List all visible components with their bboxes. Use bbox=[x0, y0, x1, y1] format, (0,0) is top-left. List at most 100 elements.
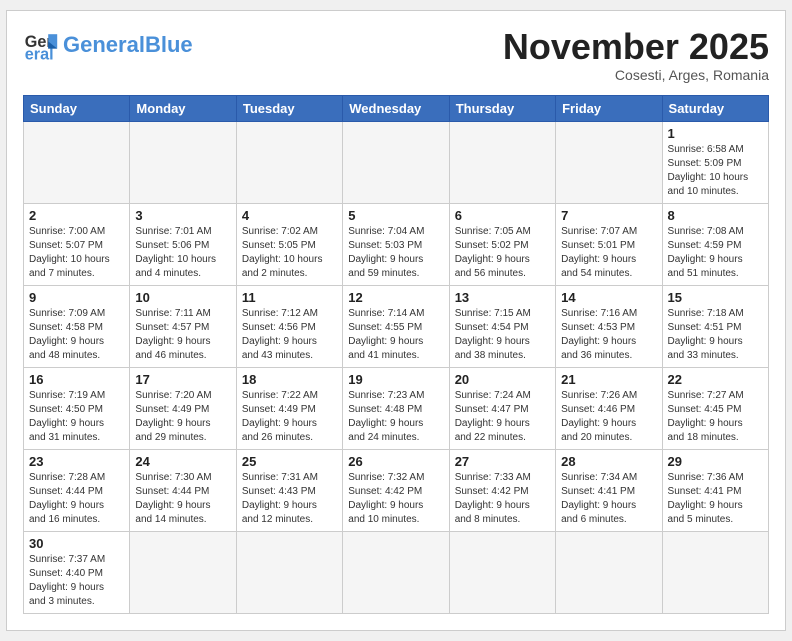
day-info: Sunrise: 7:02 AM Sunset: 5:05 PM Dayligh… bbox=[242, 225, 337, 281]
day-info: Sunrise: 7:18 AM Sunset: 4:51 PM Dayligh… bbox=[668, 307, 763, 363]
calendar-day-cell: 11Sunrise: 7:12 AM Sunset: 4:56 PM Dayli… bbox=[236, 285, 342, 367]
day-number: 11 bbox=[242, 290, 337, 305]
day-info: Sunrise: 7:34 AM Sunset: 4:41 PM Dayligh… bbox=[561, 471, 656, 527]
day-number: 1 bbox=[668, 126, 763, 141]
calendar-container: Gen eral GeneralBlue November 2025 Coses… bbox=[6, 10, 786, 631]
day-number: 24 bbox=[135, 454, 230, 469]
calendar-week-row: 30 Sunrise: 7:37 AM Sunset: 4:40 PM Dayli… bbox=[24, 531, 769, 613]
calendar-week-row: 2Sunrise: 7:00 AM Sunset: 5:07 PM Daylig… bbox=[24, 203, 769, 285]
calendar-day-cell: 17 Sunrise: 7:20 AM Sunset: 4:49 PM Dayli… bbox=[130, 367, 236, 449]
day-info: Sunrise: 7:08 AM Sunset: 4:59 PM Dayligh… bbox=[668, 225, 763, 281]
day-number: 29 bbox=[668, 454, 763, 469]
day-number: 30 bbox=[29, 536, 124, 551]
day-info: Sunrise: 6:58 AM Sunset: 5:09 PM Dayligh… bbox=[668, 143, 763, 199]
logo-text: GeneralBlue bbox=[63, 34, 193, 56]
day-info: Sunrise: 7:32 AM Sunset: 4:42 PM Dayligh… bbox=[348, 471, 443, 527]
day-number: 6 bbox=[455, 208, 550, 223]
day-number: 12 bbox=[348, 290, 443, 305]
day-number: 25 bbox=[242, 454, 337, 469]
day-info: Sunrise: 7:11 AM Sunset: 4:57 PM Dayligh… bbox=[135, 307, 230, 363]
calendar-week-row: 9Sunrise: 7:09 AM Sunset: 4:58 PM Daylig… bbox=[24, 285, 769, 367]
day-number: 16 bbox=[29, 372, 124, 387]
day-of-week-header: Friday bbox=[556, 95, 662, 121]
calendar-week-row: 23Sunrise: 7:28 AM Sunset: 4:44 PM Dayli… bbox=[24, 449, 769, 531]
day-number: 4 bbox=[242, 208, 337, 223]
day-of-week-header: Tuesday bbox=[236, 95, 342, 121]
calendar-day-cell: 13Sunrise: 7:15 AM Sunset: 4:54 PM Dayli… bbox=[449, 285, 555, 367]
calendar-day-cell: 19 Sunrise: 7:23 AM Sunset: 4:48 PM Dayli… bbox=[343, 367, 449, 449]
calendar-day-cell: 25 Sunrise: 7:31 AM Sunset: 4:43 PM Dayli… bbox=[236, 449, 342, 531]
calendar-day-cell: 8 Sunrise: 7:08 AM Sunset: 4:59 PM Daylig… bbox=[662, 203, 768, 285]
day-number: 15 bbox=[668, 290, 763, 305]
calendar-day-cell: 20 Sunrise: 7:24 AM Sunset: 4:47 PM Dayli… bbox=[449, 367, 555, 449]
calendar-day-cell bbox=[236, 121, 342, 203]
calendar-day-cell: 7Sunrise: 7:07 AM Sunset: 5:01 PM Daylig… bbox=[556, 203, 662, 285]
logo-general-text: General bbox=[63, 32, 145, 57]
day-number: 17 bbox=[135, 372, 230, 387]
calendar-day-cell: 24 Sunrise: 7:30 AM Sunset: 4:44 PM Dayli… bbox=[130, 449, 236, 531]
day-info: Sunrise: 7:22 AM Sunset: 4:49 PM Dayligh… bbox=[242, 389, 337, 445]
day-number: 5 bbox=[348, 208, 443, 223]
calendar-day-cell bbox=[343, 531, 449, 613]
day-info: Sunrise: 7:23 AM Sunset: 4:48 PM Dayligh… bbox=[348, 389, 443, 445]
calendar-day-cell bbox=[343, 121, 449, 203]
logo-icon: Gen eral bbox=[23, 27, 59, 63]
calendar-day-cell: 9Sunrise: 7:09 AM Sunset: 4:58 PM Daylig… bbox=[24, 285, 130, 367]
day-info: Sunrise: 7:24 AM Sunset: 4:47 PM Dayligh… bbox=[455, 389, 550, 445]
calendar-day-cell: 4 Sunrise: 7:02 AM Sunset: 5:05 PM Daylig… bbox=[236, 203, 342, 285]
day-of-week-header: Thursday bbox=[449, 95, 555, 121]
calendar-day-cell bbox=[556, 121, 662, 203]
day-number: 10 bbox=[135, 290, 230, 305]
calendar-day-cell: 16 Sunrise: 7:19 AM Sunset: 4:50 PM Dayli… bbox=[24, 367, 130, 449]
day-number: 3 bbox=[135, 208, 230, 223]
day-number: 19 bbox=[348, 372, 443, 387]
day-number: 7 bbox=[561, 208, 656, 223]
day-number: 26 bbox=[348, 454, 443, 469]
day-info: Sunrise: 7:14 AM Sunset: 4:55 PM Dayligh… bbox=[348, 307, 443, 363]
logo: Gen eral GeneralBlue bbox=[23, 27, 193, 63]
day-info: Sunrise: 7:27 AM Sunset: 4:45 PM Dayligh… bbox=[668, 389, 763, 445]
calendar-day-cell bbox=[662, 531, 768, 613]
day-info: Sunrise: 7:15 AM Sunset: 4:54 PM Dayligh… bbox=[455, 307, 550, 363]
calendar-day-cell: 2Sunrise: 7:00 AM Sunset: 5:07 PM Daylig… bbox=[24, 203, 130, 285]
day-info: Sunrise: 7:36 AM Sunset: 4:41 PM Dayligh… bbox=[668, 471, 763, 527]
day-info: Sunrise: 7:20 AM Sunset: 4:49 PM Dayligh… bbox=[135, 389, 230, 445]
calendar-day-cell: 14 Sunrise: 7:16 AM Sunset: 4:53 PM Dayli… bbox=[556, 285, 662, 367]
calendar-day-cell: 12 Sunrise: 7:14 AM Sunset: 4:55 PM Dayli… bbox=[343, 285, 449, 367]
day-number: 14 bbox=[561, 290, 656, 305]
day-info: Sunrise: 7:37 AM Sunset: 4:40 PM Dayligh… bbox=[29, 553, 124, 609]
calendar-day-cell: 22 Sunrise: 7:27 AM Sunset: 4:45 PM Dayli… bbox=[662, 367, 768, 449]
day-info: Sunrise: 7:33 AM Sunset: 4:42 PM Dayligh… bbox=[455, 471, 550, 527]
day-number: 9 bbox=[29, 290, 124, 305]
day-info: Sunrise: 7:19 AM Sunset: 4:50 PM Dayligh… bbox=[29, 389, 124, 445]
calendar-day-cell: 3 Sunrise: 7:01 AM Sunset: 5:06 PM Daylig… bbox=[130, 203, 236, 285]
calendar-day-cell: 10 Sunrise: 7:11 AM Sunset: 4:57 PM Dayli… bbox=[130, 285, 236, 367]
calendar-day-cell: 6Sunrise: 7:05 AM Sunset: 5:02 PM Daylig… bbox=[449, 203, 555, 285]
day-info: Sunrise: 7:26 AM Sunset: 4:46 PM Dayligh… bbox=[561, 389, 656, 445]
calendar-day-cell: 18Sunrise: 7:22 AM Sunset: 4:49 PM Dayli… bbox=[236, 367, 342, 449]
calendar-header: Gen eral GeneralBlue November 2025 Coses… bbox=[23, 27, 769, 83]
day-number: 23 bbox=[29, 454, 124, 469]
day-number: 20 bbox=[455, 372, 550, 387]
calendar-day-cell: 1 Sunrise: 6:58 AM Sunset: 5:09 PM Daylig… bbox=[662, 121, 768, 203]
calendar-day-cell bbox=[130, 531, 236, 613]
calendar-day-cell: 15 Sunrise: 7:18 AM Sunset: 4:51 PM Dayli… bbox=[662, 285, 768, 367]
day-number: 21 bbox=[561, 372, 656, 387]
calendar-day-cell: 21 Sunrise: 7:26 AM Sunset: 4:46 PM Dayli… bbox=[556, 367, 662, 449]
day-number: 27 bbox=[455, 454, 550, 469]
location-subtitle: Cosesti, Arges, Romania bbox=[503, 67, 769, 83]
calendar-day-cell bbox=[236, 531, 342, 613]
calendar-day-cell: 23Sunrise: 7:28 AM Sunset: 4:44 PM Dayli… bbox=[24, 449, 130, 531]
day-info: Sunrise: 7:04 AM Sunset: 5:03 PM Dayligh… bbox=[348, 225, 443, 281]
day-of-week-header: Saturday bbox=[662, 95, 768, 121]
title-block: November 2025 Cosesti, Arges, Romania bbox=[503, 27, 769, 83]
day-info: Sunrise: 7:30 AM Sunset: 4:44 PM Dayligh… bbox=[135, 471, 230, 527]
day-info: Sunrise: 7:01 AM Sunset: 5:06 PM Dayligh… bbox=[135, 225, 230, 281]
calendar-day-cell bbox=[24, 121, 130, 203]
day-info: Sunrise: 7:31 AM Sunset: 4:43 PM Dayligh… bbox=[242, 471, 337, 527]
day-number: 8 bbox=[668, 208, 763, 223]
day-number: 22 bbox=[668, 372, 763, 387]
day-info: Sunrise: 7:16 AM Sunset: 4:53 PM Dayligh… bbox=[561, 307, 656, 363]
calendar-day-cell: 29 Sunrise: 7:36 AM Sunset: 4:41 PM Dayli… bbox=[662, 449, 768, 531]
calendar-day-cell: 28Sunrise: 7:34 AM Sunset: 4:41 PM Dayli… bbox=[556, 449, 662, 531]
